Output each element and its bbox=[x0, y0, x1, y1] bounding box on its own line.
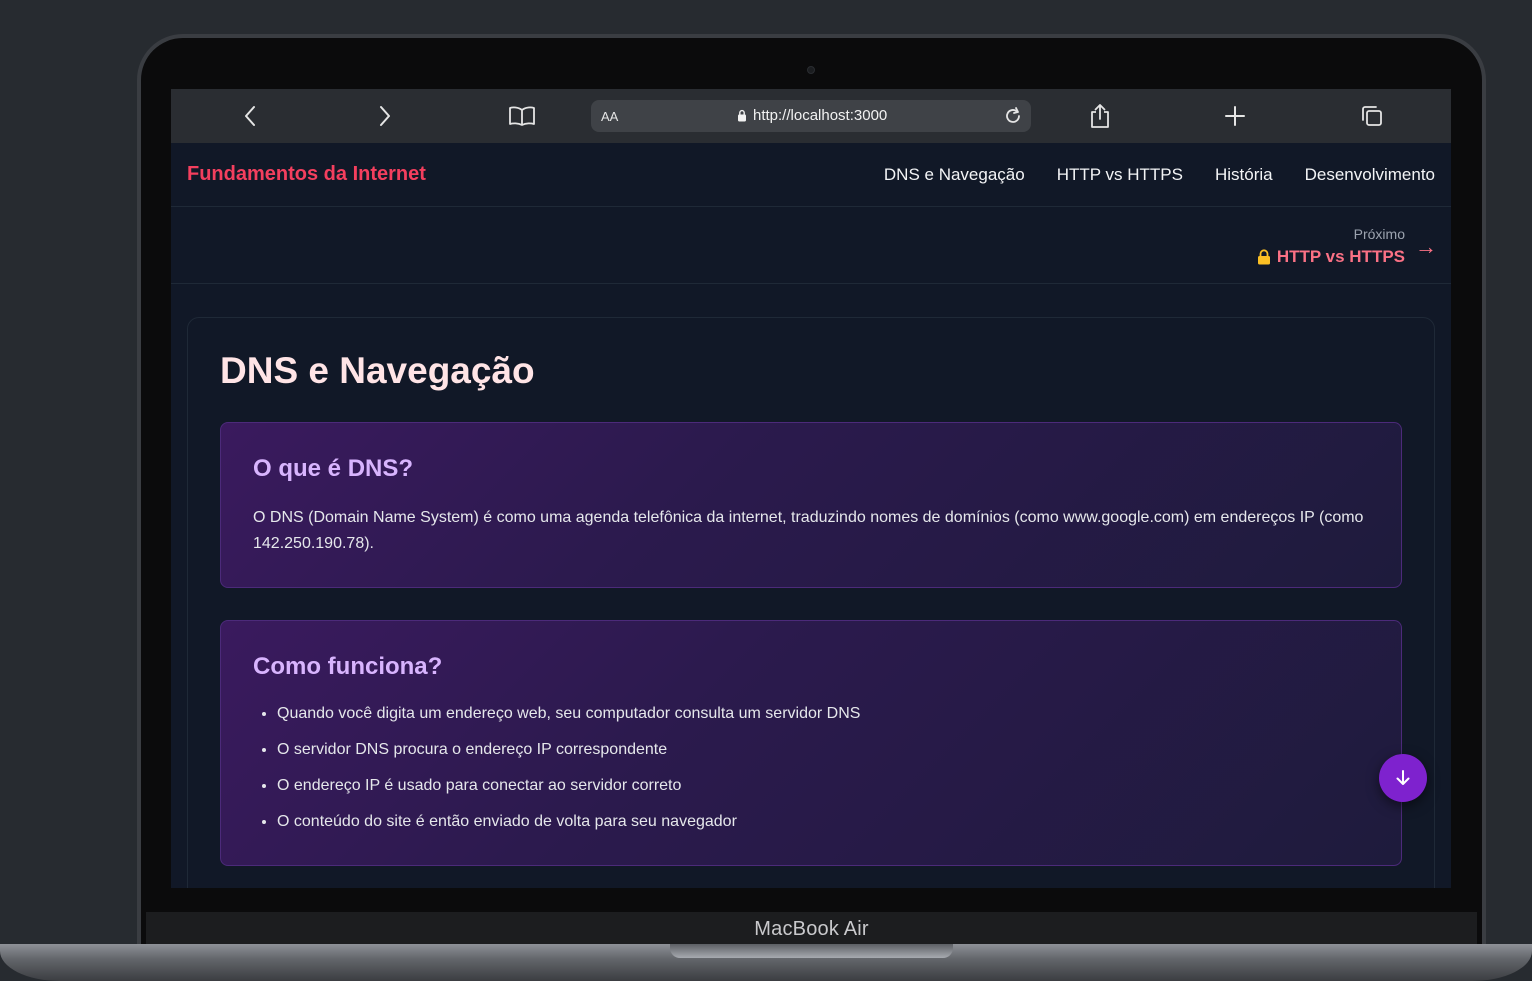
lock-icon bbox=[1257, 249, 1270, 265]
laptop-notch bbox=[670, 944, 953, 958]
url-text: http://localhost:3000 bbox=[753, 107, 888, 124]
nav-link-dns[interactable]: DNS e Navegação bbox=[884, 165, 1025, 185]
share-icon[interactable] bbox=[1086, 102, 1114, 130]
list-item: Quando você digita um endereço web, seu … bbox=[277, 701, 860, 737]
nav-link-historia[interactable]: História bbox=[1215, 165, 1273, 185]
reload-icon[interactable] bbox=[1001, 104, 1025, 128]
browser-toolbar: AA http://localhost:3000 bbox=[171, 89, 1451, 143]
list-item: O servidor DNS procura o endereço IP cor… bbox=[277, 737, 860, 773]
url-display[interactable]: http://localhost:3000 bbox=[737, 107, 887, 124]
back-icon[interactable] bbox=[236, 102, 264, 130]
list-item: O conteúdo do site é então enviado de vo… bbox=[277, 809, 860, 845]
section-title: Como funciona? bbox=[253, 653, 443, 680]
site-header: Fundamentos da Internet DNS e Navegação … bbox=[171, 143, 1451, 207]
address-bar[interactable]: AA http://localhost:3000 bbox=[591, 100, 1031, 132]
arrow-right-icon[interactable]: → bbox=[1415, 234, 1437, 260]
content-card: DNS e Navegação O que é DNS? O DNS (Doma… bbox=[187, 317, 1435, 888]
nav-link-http-vs-https[interactable]: HTTP vs HTTPS bbox=[1057, 165, 1183, 185]
camera-icon bbox=[807, 66, 815, 74]
tabs-icon[interactable] bbox=[1358, 102, 1386, 130]
section-text: O DNS (Domain Name System) é como uma ag… bbox=[253, 509, 1364, 552]
reader-aa-button[interactable]: AA bbox=[601, 109, 618, 124]
next-page-strip: Próximo HTTP vs HTTPS → bbox=[171, 208, 1451, 284]
screen: AA http://localhost:3000 Fundamentos da … bbox=[171, 89, 1451, 888]
main-nav: DNS e Navegação HTTP vs HTTPS História D… bbox=[884, 165, 1435, 185]
device-label: MacBook Air bbox=[754, 917, 869, 940]
section-title: O que é DNS? bbox=[253, 455, 414, 482]
list-item: O endereço IP é usado para conectar ao s… bbox=[277, 773, 860, 809]
new-tab-icon[interactable] bbox=[1221, 102, 1249, 130]
scroll-down-button[interactable] bbox=[1379, 754, 1427, 802]
steps-list: Quando você digita um endereço web, seu … bbox=[277, 701, 860, 845]
section-how-it-works: Como funciona? Quando você digita um end… bbox=[220, 620, 1402, 866]
site-brand[interactable]: Fundamentos da Internet bbox=[187, 163, 426, 186]
section-what-is-dns: O que é DNS? O DNS (Domain Name System) … bbox=[220, 422, 1402, 588]
lock-icon bbox=[738, 109, 746, 122]
laptop-chin: MacBook Air bbox=[146, 912, 1477, 946]
nav-link-desenvolvimento[interactable]: Desenvolvimento bbox=[1305, 165, 1435, 185]
page-title: DNS e Navegação bbox=[220, 350, 535, 391]
next-page-title: HTTP vs HTTPS bbox=[1276, 247, 1405, 266]
next-label: Próximo bbox=[1353, 226, 1405, 242]
next-page-link[interactable]: HTTP vs HTTPS bbox=[1257, 247, 1405, 267]
forward-icon[interactable] bbox=[371, 102, 399, 130]
arrow-down-icon bbox=[1396, 770, 1410, 785]
bookmarks-icon[interactable] bbox=[508, 102, 536, 130]
